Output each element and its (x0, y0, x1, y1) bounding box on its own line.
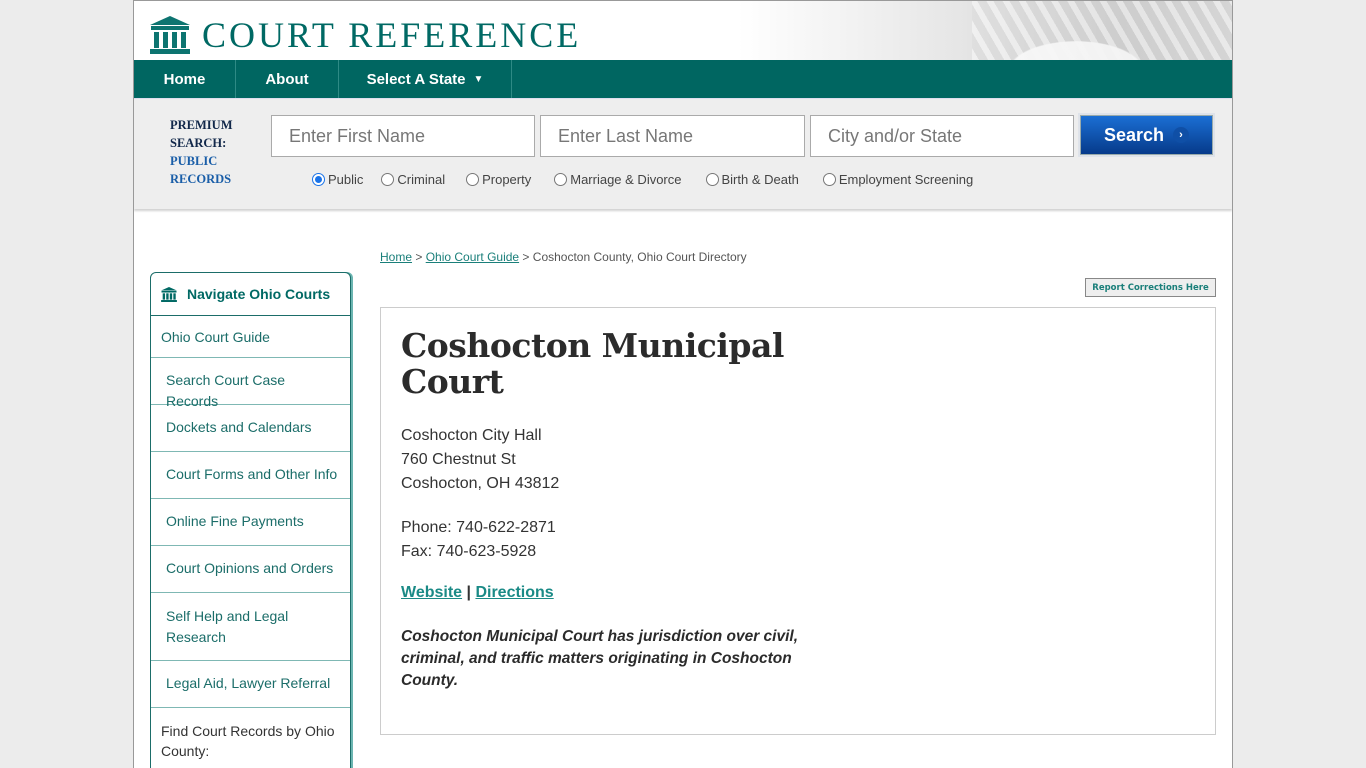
radio-button[interactable] (554, 173, 568, 186)
sidebar-item-dockets-calendars[interactable]: Dockets and Calendars (151, 405, 350, 452)
site-header: COURT REFERENCE (134, 1, 1232, 60)
radio-birth-death[interactable]: Birth & Death (705, 172, 799, 187)
court-description: Coshocton Municipal Court has jurisdicti… (401, 628, 799, 689)
premium-label-line: SEARCH: (170, 136, 227, 150)
search-button-label: Search (1103, 124, 1165, 145)
breadcrumb-separator: > (519, 250, 533, 264)
court-links: Website | Directions (401, 584, 554, 602)
sidebar-county-records-label: Find Court Records by Ohio County: (161, 723, 335, 759)
sidebar-item-court-forms[interactable]: Court Forms and Other Info (151, 452, 350, 499)
court-address: Coshocton City Hall 760 Chestnut St Cosh… (401, 424, 559, 496)
breadcrumb: Home > Ohio Court Guide > Coshocton Coun… (380, 250, 747, 264)
sidebar-item-legal-aid[interactable]: Legal Aid, Lawyer Referral (151, 661, 350, 708)
page-container: COURT REFERENCE Home About Select A Stat… (133, 0, 1233, 768)
breadcrumb-separator: > (412, 250, 426, 264)
radio-label: Criminal (397, 172, 446, 187)
sidebar-header: Navigate Ohio Courts (151, 273, 350, 316)
first-name-input[interactable] (271, 115, 535, 157)
radio-label: Birth & Death (721, 172, 799, 187)
radio-button-selected[interactable] (312, 173, 325, 186)
radio-marriage-divorce[interactable]: Marriage & Divorce (554, 172, 682, 187)
sidebar-item-online-fine-payments[interactable]: Online Fine Payments (151, 499, 350, 546)
header-column-image (972, 1, 1232, 60)
directions-link[interactable]: Directions (475, 584, 553, 601)
sidebar-item-search-court-case-records[interactable]: Search Court Case Records (151, 358, 350, 409)
nav-select-state[interactable]: Select A State ▼ (339, 60, 512, 98)
radio-label: Employment Screening (838, 172, 974, 187)
nav-about[interactable]: About (236, 60, 339, 98)
website-link[interactable]: Website (401, 584, 462, 601)
radio-public[interactable]: Public (312, 172, 363, 187)
main-nav: Home About Select A State ▼ (134, 60, 1232, 98)
nav-select-state-label: Select A State (366, 70, 466, 88)
premium-label-line: RECORDS (170, 172, 232, 186)
premium-search-label: PREMIUM SEARCH: PUBLIC RECORDS (170, 116, 233, 188)
radio-employment-screening[interactable]: Employment Screening (822, 172, 974, 187)
sidebar-item-ohio-court-guide[interactable]: Ohio Court Guide (151, 316, 350, 358)
premium-label-line: PUBLIC (170, 154, 218, 168)
courthouse-icon (150, 16, 190, 54)
chevron-right-icon: › (1173, 127, 1190, 143)
breadcrumb-home[interactable]: Home (380, 250, 412, 264)
radio-button[interactable] (466, 173, 480, 186)
radio-property[interactable]: Property (466, 172, 531, 187)
address-line: 760 Chestnut St (401, 451, 516, 468)
site-title: COURT REFERENCE (202, 15, 582, 55)
sidebar-item-self-help[interactable]: Self Help and Legal Research (151, 593, 350, 661)
court-phone: Phone: 740-622-2871 (401, 519, 556, 536)
address-line: Coshocton, OH 43812 (401, 475, 560, 492)
courthouse-icon (161, 286, 177, 302)
search-bar: PREMIUM SEARCH: PUBLIC RECORDS Search › … (134, 98, 1232, 209)
court-contact: Phone: 740-622-2871 Fax: 740-623-5928 (401, 516, 556, 564)
breadcrumb-ohio-court-guide[interactable]: Ohio Court Guide (426, 250, 519, 264)
court-fax: Fax: 740-623-5928 (401, 543, 537, 560)
radio-label: Marriage & Divorce (570, 172, 682, 187)
nav-home-label: Home (163, 70, 206, 88)
link-separator: | (462, 584, 476, 601)
radio-label: Public (328, 172, 364, 187)
court-name-heading: Coshocton Municipal Court (401, 326, 784, 401)
radio-button[interactable] (381, 173, 395, 186)
caret-down-icon: ▼ (473, 73, 484, 85)
breadcrumb-current: Coshocton County, Ohio Court Directory (532, 250, 747, 264)
city-state-input[interactable] (810, 115, 1074, 157)
report-corrections-button[interactable]: Report Corrections Here (1085, 278, 1216, 297)
radio-button[interactable] (822, 173, 836, 186)
court-info-card: Coshocton Municipal Court Coshocton City… (380, 307, 1216, 735)
sidebar-navigate-courts: Navigate Ohio Courts Ohio Court Guide Se… (150, 272, 351, 768)
record-type-radios: Public Criminal Property Marriage & Divo… (312, 172, 973, 187)
site-logo[interactable]: COURT REFERENCE (150, 16, 581, 54)
radio-criminal[interactable]: Criminal (381, 172, 445, 187)
radio-label: Property (482, 172, 532, 187)
last-name-input[interactable] (540, 115, 805, 157)
sidebar-item-court-opinions[interactable]: Court Opinions and Orders (151, 546, 350, 593)
search-button[interactable]: Search › (1078, 113, 1215, 157)
premium-label-line: PREMIUM (170, 118, 233, 132)
address-line: Coshocton City Hall (401, 427, 542, 444)
sidebar-title: Navigate Ohio Courts (187, 286, 331, 302)
nav-home[interactable]: Home (134, 60, 236, 98)
nav-about-label: About (265, 70, 309, 88)
radio-button[interactable] (705, 173, 719, 186)
